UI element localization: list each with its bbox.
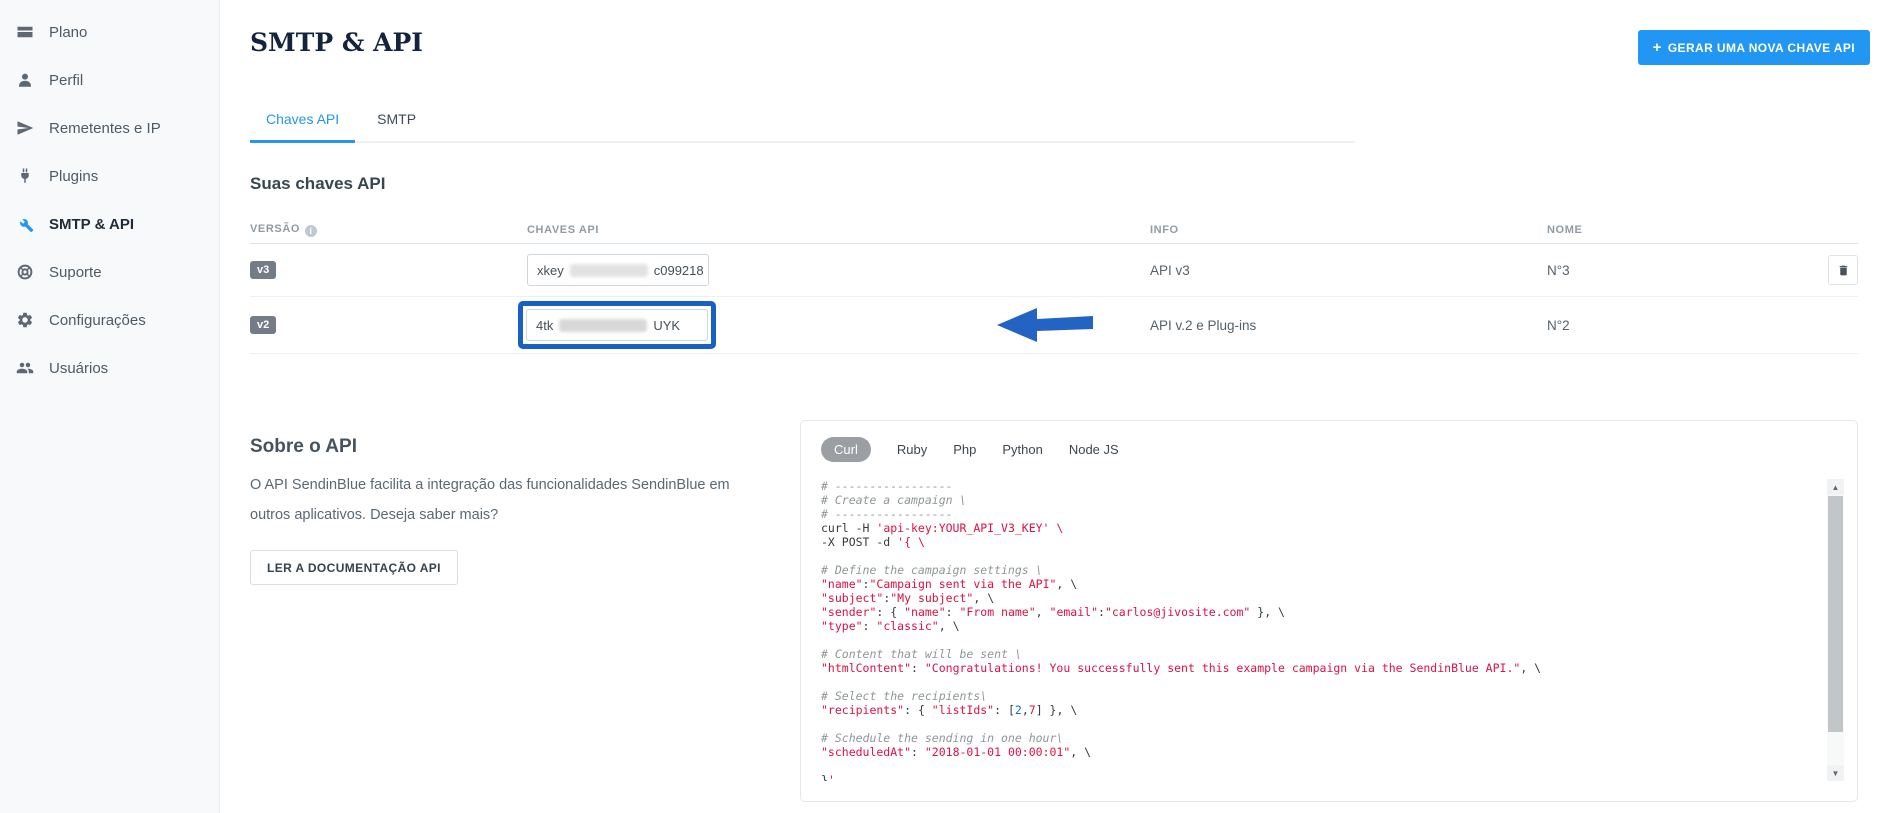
code-tab-curl[interactable]: Curl (821, 437, 871, 462)
code-language-tabs: Curl Ruby Php Python Node JS (821, 437, 1119, 462)
gear-icon (16, 311, 34, 329)
code-line: -X POST -d '{ \ (821, 535, 1817, 549)
code-tab-php[interactable]: Php (953, 442, 976, 457)
trash-icon (1837, 264, 1850, 277)
table-row-v3: v3 xkey c099218 API v3 N°3 (250, 244, 1858, 297)
sidebar-item-perfil[interactable]: Perfil (0, 56, 219, 104)
column-header-versao: VERSÃOi (250, 223, 527, 237)
code-line: curl -H 'api-key:YOUR_API_V3_KEY' \ (821, 521, 1817, 535)
code-line: "htmlContent": "Congratulations! You suc… (821, 661, 1817, 675)
read-api-docs-button[interactable]: LER A DOCUMENTAÇÃO API (250, 550, 458, 585)
credit-card-icon (16, 23, 34, 41)
api-key-field-v2[interactable]: 4tk UYK (526, 309, 708, 341)
key-info: API v3 (1150, 263, 1547, 278)
code-example-card: Curl Ruby Php Python Node JS # ---------… (800, 420, 1858, 802)
table-header-row: VERSÃOi CHAVES API INFO NOME (250, 216, 1858, 244)
sidebar-item-remetentes[interactable]: Remetentes e IP (0, 104, 219, 152)
section-tabs: Chaves API SMTP (250, 102, 1355, 143)
code-line (821, 549, 1817, 563)
delete-key-button[interactable] (1828, 255, 1858, 285)
sidebar-item-label: SMTP & API (49, 216, 134, 233)
tab-smtp[interactable]: SMTP (361, 102, 432, 141)
code-line: # ----------------- (821, 507, 1817, 521)
left-arrow-annotation (995, 304, 1095, 346)
code-line: # Select the recipients\ (821, 689, 1817, 703)
code-line: "sender": { "name": "From name", "email"… (821, 605, 1817, 619)
user-icon (16, 71, 34, 89)
paper-plane-icon (16, 119, 34, 137)
sidebar-item-label: Configurações (49, 312, 146, 329)
redacted-key-segment (559, 319, 647, 332)
code-tab-python[interactable]: Python (1002, 442, 1042, 457)
code-line (821, 717, 1817, 731)
life-ring-icon (16, 263, 34, 281)
code-line: "recipients": { "listIds": [2,7] }, \ (821, 703, 1817, 717)
smtp-api-page: Plano Perfil Remetentes e IP Plugins SMT… (0, 0, 1884, 813)
highlight-annotation-box: 4tk UYK (518, 301, 716, 349)
scrollbar-down-button[interactable]: ▼ (1827, 765, 1844, 781)
sidebar-item-suporte[interactable]: Suporte (0, 248, 219, 296)
column-header-info: INFO (1150, 224, 1547, 236)
code-scrollbar[interactable]: ▲ ▼ (1827, 479, 1844, 781)
about-api-text: O API SendinBlue facilita a integração d… (250, 470, 760, 530)
column-header-nome: NOME (1547, 224, 1800, 236)
sidebar-item-label: Suporte (49, 264, 102, 281)
sidebar-item-configuracoes[interactable]: Configurações (0, 296, 219, 344)
code-line: "name":"Campaign sent via the API", \ (821, 577, 1817, 591)
key-name: N°3 (1547, 263, 1800, 278)
key-info: API v.2 e Plug-ins (1150, 318, 1547, 333)
plus-icon: + (1653, 40, 1662, 55)
version-badge: v2 (250, 316, 276, 334)
sidebar-item-label: Plano (49, 24, 87, 41)
code-line: }' (821, 773, 1817, 781)
scrollbar-up-button[interactable]: ▲ (1827, 479, 1844, 495)
wrench-icon (16, 215, 34, 233)
sidebar-item-plugins[interactable]: Plugins (0, 152, 219, 200)
code-line: "type": "classic", \ (821, 619, 1817, 633)
code-tab-ruby[interactable]: Ruby (897, 442, 927, 457)
sidebar-item-label: Plugins (49, 168, 98, 185)
code-tab-nodejs[interactable]: Node JS (1069, 442, 1119, 457)
plug-icon (16, 167, 34, 185)
code-line: "subject":"My subject", \ (821, 591, 1817, 605)
sidebar-item-plano[interactable]: Plano (0, 8, 219, 56)
api-key-field-v3[interactable]: xkey c099218 (527, 254, 709, 286)
sidebar-item-smtp-api[interactable]: SMTP & API (0, 200, 219, 248)
sidebar-item-label: Remetentes e IP (49, 120, 161, 137)
code-line: # ----------------- (821, 479, 1817, 493)
sidebar-item-label: Usuários (49, 360, 108, 377)
code-line: "scheduledAt": "2018-01-01 00:00:01", \ (821, 745, 1817, 759)
generate-api-key-label: GERAR UMA NOVA CHAVE API (1668, 41, 1855, 55)
code-line: # Schedule the sending in one hour\ (821, 731, 1817, 745)
code-line (821, 675, 1817, 689)
table-row-v2: v2 4tk UYK API v.2 e Plug-ins N°2 (250, 297, 1858, 354)
code-block: # -----------------# Create a campaign \… (821, 479, 1817, 781)
sidebar-item-usuarios[interactable]: Usuários (0, 344, 219, 392)
redacted-key-segment (570, 264, 648, 277)
keys-section-title: Suas chaves API (250, 174, 385, 194)
code-line: # Content that will be sent \ (821, 647, 1817, 661)
tab-chaves-api[interactable]: Chaves API (250, 102, 355, 143)
version-badge: v3 (250, 261, 276, 279)
info-icon[interactable]: i (305, 225, 317, 237)
page-title: SMTP & API (250, 28, 423, 57)
settings-sidebar: Plano Perfil Remetentes e IP Plugins SMT… (0, 0, 220, 813)
sidebar-item-label: Perfil (49, 72, 83, 89)
code-line (821, 633, 1817, 647)
column-header-chaves-api: CHAVES API (527, 224, 1150, 236)
code-line (821, 759, 1817, 773)
code-line: # Define the campaign settings \ (821, 563, 1817, 577)
about-api-title: Sobre o API (250, 436, 357, 458)
key-name: N°2 (1547, 318, 1800, 333)
users-icon (16, 359, 34, 377)
api-keys-table: VERSÃOi CHAVES API INFO NOME v3 xkey c09… (250, 216, 1858, 354)
generate-api-key-button[interactable]: + GERAR UMA NOVA CHAVE API (1638, 30, 1870, 65)
code-line: # Create a campaign \ (821, 493, 1817, 507)
scrollbar-thumb[interactable] (1828, 496, 1843, 732)
